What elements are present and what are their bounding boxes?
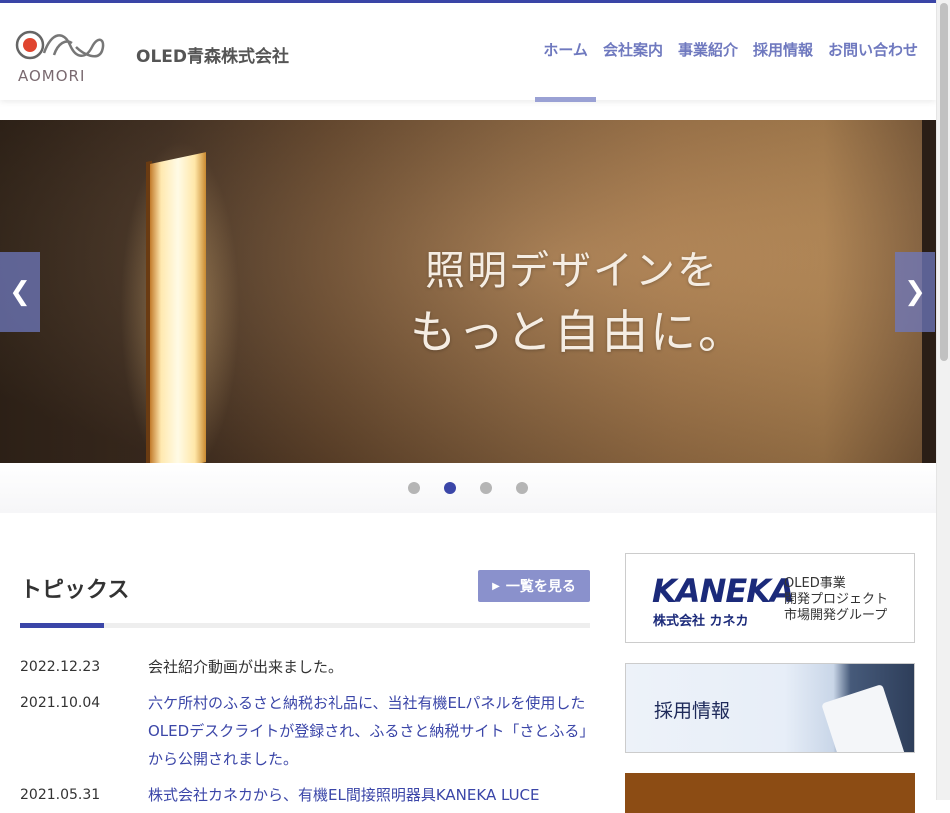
slider-dot-2[interactable] xyxy=(444,482,456,494)
nav-recruit[interactable]: 採用情報 xyxy=(753,39,813,102)
topic-item: 2021.10.04 六ケ所村のふるさと納税お礼品に、当社有機ELパネルを使用し… xyxy=(20,689,590,773)
view-all-label: 一覧を見る xyxy=(505,579,576,595)
topic-text: 会社紹介動画が出来ました。 xyxy=(148,658,344,676)
chevron-right-icon: ❯ xyxy=(904,277,926,307)
topic-item: 2022.12.23 会社紹介動画が出来ました。 xyxy=(20,653,590,681)
slider-dot-3[interactable] xyxy=(480,482,492,494)
scrollbar-thumb[interactable] xyxy=(940,3,948,361)
document-image xyxy=(821,684,907,752)
nav-home[interactable]: ホーム xyxy=(535,39,596,102)
slider-prev-button[interactable]: ❮ xyxy=(0,252,40,332)
nav-company[interactable]: 会社案内 xyxy=(603,39,663,102)
slider-next-button[interactable]: ❯ xyxy=(895,252,935,332)
slider-dot-1[interactable] xyxy=(408,482,420,494)
topics-divider xyxy=(20,623,590,628)
topics-title: トピックス xyxy=(20,578,130,603)
topics-divider-accent xyxy=(20,623,104,628)
kaneka-logo: KANEKA xyxy=(652,572,795,610)
chevron-left-icon: ❮ xyxy=(9,277,31,307)
company-name: OLED青森株式会社 xyxy=(136,47,290,67)
kaneka-desc-line: OLED事業 xyxy=(784,576,846,591)
recruit-banner[interactable]: 採用情報 xyxy=(625,663,915,753)
site-header: AOMORI OLED青森株式会社 ホーム 会社案内 事業紹介 採用情報 お問い… xyxy=(0,3,936,102)
kaneka-desc-line: 市場開発グループ xyxy=(784,608,888,623)
furusato-banner[interactable] xyxy=(625,773,915,813)
kaneka-company-name: 株式会社 カネカ xyxy=(653,614,749,629)
topic-date: 2021.10.04 xyxy=(20,695,101,711)
kaneka-desc-line: 開発プロジェクト xyxy=(784,592,889,607)
main-nav: ホーム 会社案内 事業紹介 採用情報 お問い合わせ xyxy=(535,39,918,102)
kaneka-banner[interactable]: KANEKA 株式会社 カネカ OLED事業 開発プロジェクト 市場開発グループ xyxy=(625,553,915,643)
page-scrollbar[interactable] xyxy=(936,0,950,800)
slider-dot-4[interactable] xyxy=(516,482,528,494)
slider-dots-bar xyxy=(0,463,936,513)
topic-date: 2022.12.23 xyxy=(20,659,101,675)
logo-wordmark: AOMORI xyxy=(18,67,86,85)
caret-right-icon: ▶ xyxy=(492,580,500,592)
view-all-button[interactable]: ▶ 一覧を見る xyxy=(478,570,590,602)
recruit-banner-label: 採用情報 xyxy=(654,700,731,722)
hero-slider: 照明デザインを もっと自由に。 xyxy=(0,120,936,463)
nav-business[interactable]: 事業紹介 xyxy=(678,39,738,102)
topic-link[interactable]: 六ケ所村のふるさと納税お礼品に、当社有機ELパネルを使用したOLEDデスクライト… xyxy=(148,689,590,773)
hero-headline-1: 照明デザインを xyxy=(425,248,719,294)
kaneka-description: OLED事業 開発プロジェクト 市場開発グループ xyxy=(784,576,888,624)
nav-contact[interactable]: お問い合わせ xyxy=(828,39,918,102)
topic-link[interactable]: 株式会社カネカから、有機EL間接照明器具KANEKA LUCE xyxy=(148,781,540,809)
topic-item: 2021.05.31 株式会社カネカから、有機EL間接照明器具KANEKA LU… xyxy=(20,781,590,809)
hero-headline-2: もっと自由に。 xyxy=(410,305,746,359)
topic-date: 2021.05.31 xyxy=(20,787,101,803)
